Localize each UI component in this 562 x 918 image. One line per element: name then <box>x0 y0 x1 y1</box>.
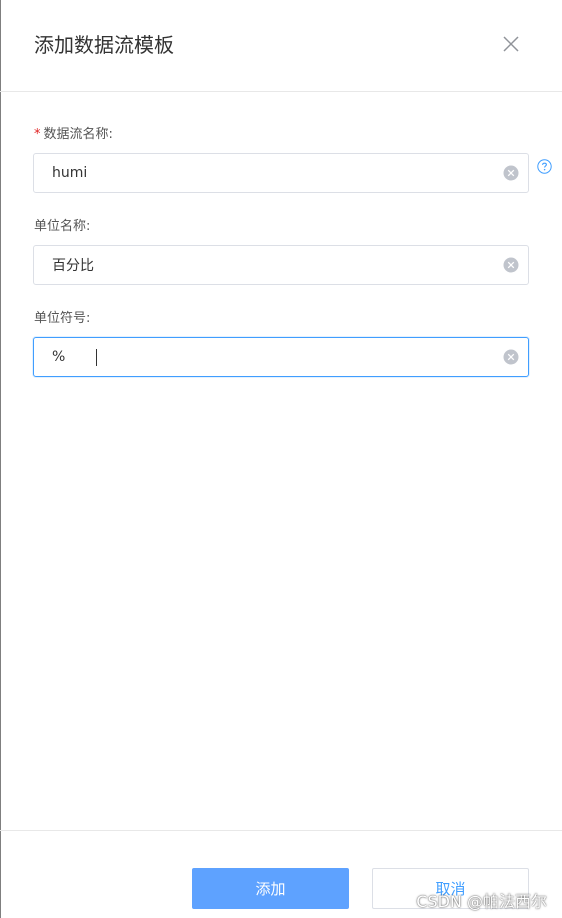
unit-name-field <box>33 245 529 285</box>
clear-icon[interactable] <box>503 165 519 181</box>
close-icon[interactable] <box>502 35 520 53</box>
text-caret <box>96 349 97 366</box>
left-edge-divider <box>0 0 1 918</box>
unit-name-label: 单位名称: <box>34 219 91 234</box>
dialog-title: 添加数据流模板 <box>34 33 174 57</box>
unit-name-input[interactable] <box>52 246 492 284</box>
required-mark: * <box>34 127 41 142</box>
stream-name-input[interactable] <box>52 154 492 192</box>
help-icon[interactable] <box>537 159 552 174</box>
clear-icon[interactable] <box>503 349 519 365</box>
stream-name-label: * 数据流名称: <box>34 126 113 144</box>
watermark: CSDN @帕法西尔 <box>416 892 547 911</box>
unit-symbol-label: 单位符号: <box>34 311 91 326</box>
clear-icon[interactable] <box>503 257 519 273</box>
add-button[interactable]: 添加 <box>192 868 349 909</box>
unit-symbol-field <box>33 337 529 377</box>
stream-name-label-text: 数据流名称: <box>43 127 113 142</box>
dialog-header: 添加数据流模板 <box>0 0 562 92</box>
stream-name-field <box>33 153 529 193</box>
unit-symbol-input[interactable] <box>52 338 492 376</box>
